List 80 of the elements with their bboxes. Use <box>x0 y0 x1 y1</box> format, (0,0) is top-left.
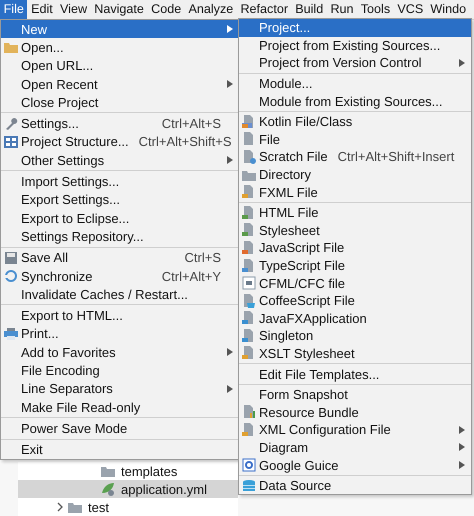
menu-item[interactable]: Export to Eclipse... <box>1 208 239 228</box>
menu-item[interactable]: Resource Bundle <box>239 403 471 422</box>
menu-item[interactable]: Close Project <box>1 93 239 112</box>
menu-item[interactable]: File Encoding <box>1 361 239 380</box>
menu-item[interactable]: JavaScript File <box>239 239 471 257</box>
menu-item[interactable]: Save All Ctrl+S <box>1 248 239 267</box>
tree-item[interactable]: templates <box>18 462 238 480</box>
shortcut-label: Ctrl+Alt+Shift+S <box>138 134 232 150</box>
menu-item[interactable]: Add to Favorites <box>1 343 239 362</box>
menu-item[interactable]: Open... <box>1 38 239 57</box>
bundle-icon <box>241 404 257 420</box>
scratch-file-icon <box>241 148 257 165</box>
menu-item[interactable]: TypeScript File <box>239 256 471 274</box>
menu-bar-item[interactable]: Code <box>148 0 185 19</box>
menu-bar-item[interactable]: Tools <box>357 0 394 19</box>
menu-item[interactable]: Exit <box>1 440 239 459</box>
menu-bar-item[interactable]: Analyze <box>184 0 237 19</box>
menu-item[interactable]: New <box>1 20 239 38</box>
menu-item[interactable]: Data Source <box>239 476 471 494</box>
menu-item[interactable]: Open URL... <box>1 56 239 75</box>
menu-item[interactable]: Export to HTML... <box>1 306 239 325</box>
menu-item[interactable]: CFML/CFC file <box>239 274 471 292</box>
chevron-right-icon[interactable] <box>56 502 64 512</box>
menu-item[interactable]: Power Save Mode <box>1 419 239 438</box>
menu-item[interactable]: Edit File Templates... <box>239 365 471 383</box>
menu-item[interactable]: Project from Existing Sources... <box>239 36 471 54</box>
menu-item[interactable]: Directory <box>239 166 471 184</box>
menu-item[interactable]: Open Recent <box>1 74 239 94</box>
menu-item[interactable]: Settings Repository... <box>1 227 239 246</box>
menu-item[interactable]: Google Guice <box>239 456 471 474</box>
menu-item[interactable]: Make File Read-only <box>1 398 239 416</box>
database-icon <box>241 478 257 494</box>
menu-item[interactable]: Export Settings... <box>1 190 239 209</box>
menu-bar-item[interactable]: Run <box>326 0 358 19</box>
shortcut-label: Ctrl+Alt+Y <box>162 268 221 284</box>
menu-bar-item[interactable]: Build <box>292 0 327 19</box>
guice-icon <box>241 457 257 474</box>
menu-item[interactable]: Stylesheet <box>239 222 471 240</box>
menu-bar-item[interactable]: View <box>56 0 91 19</box>
tree-item[interactable]: test <box>18 498 238 516</box>
menu-item[interactable]: Import Settings... <box>1 172 239 191</box>
yaml-file-icon <box>100 481 116 497</box>
coffee-file-icon <box>241 292 257 309</box>
menu-item[interactable]: Project from Version Control <box>239 54 471 72</box>
menu-item[interactable]: XML Configuration File <box>239 421 471 439</box>
grid-icon <box>3 134 19 150</box>
menu-item[interactable]: Diagram <box>239 438 471 456</box>
shortcut-label: Ctrl+S <box>184 250 221 266</box>
menu-item[interactable]: HTML File <box>239 204 471 222</box>
menu-bar-item[interactable]: Refactor <box>236 0 292 19</box>
menu-item[interactable]: Other Settings <box>1 151 239 170</box>
tree-item[interactable]: application.yml <box>18 480 238 498</box>
menu-item[interactable]: Print... <box>1 324 239 344</box>
menu-bar-item[interactable]: File <box>0 0 28 19</box>
menu-item[interactable]: Scratch File Ctrl+Alt+Shift+Insert <box>239 148 471 166</box>
menu-bar-item[interactable]: Navigate <box>90 0 148 19</box>
menu-item[interactable]: CoffeeScript File <box>239 292 471 310</box>
menu-item[interactable]: Line Separators <box>1 380 239 398</box>
menu-item[interactable]: Module... <box>239 74 471 92</box>
menu-item[interactable]: Settings... Ctrl+Alt+S <box>1 114 239 133</box>
sync-icon <box>3 268 19 284</box>
menu-item[interactable]: JavaFXApplication <box>239 310 471 328</box>
menu-bar-item[interactable]: Edit <box>27 0 56 19</box>
menu-bar-item[interactable]: Windo <box>426 0 470 19</box>
menu-item[interactable]: FXML File <box>239 183 471 201</box>
menu-item[interactable]: File <box>239 130 471 148</box>
menu-item[interactable]: Project Structure... Ctrl+Alt+Shift+S <box>1 132 239 152</box>
shortcut-label: Ctrl+Alt+S <box>162 116 221 132</box>
menu-item[interactable]: Form Snapshot <box>239 386 471 404</box>
printer-icon <box>3 326 19 342</box>
menu-bar-item[interactable]: VCS <box>394 0 427 19</box>
menu-item[interactable]: Invalidate Caches / Restart... <box>1 285 239 304</box>
menu-item[interactable]: Module from Existing Sources... <box>239 92 471 110</box>
cf-file-icon <box>241 275 257 292</box>
menu-item[interactable]: Synchronize Ctrl+Alt+Y <box>1 266 239 286</box>
menu-item[interactable]: Kotlin File/Class <box>239 112 471 131</box>
menu-item[interactable]: Singleton <box>239 327 471 345</box>
menu-item[interactable]: Project... <box>239 19 471 37</box>
menu-item[interactable]: XSLT Stylesheet <box>239 344 471 362</box>
shortcut-label: Ctrl+Alt+Shift+Insert <box>338 149 454 164</box>
